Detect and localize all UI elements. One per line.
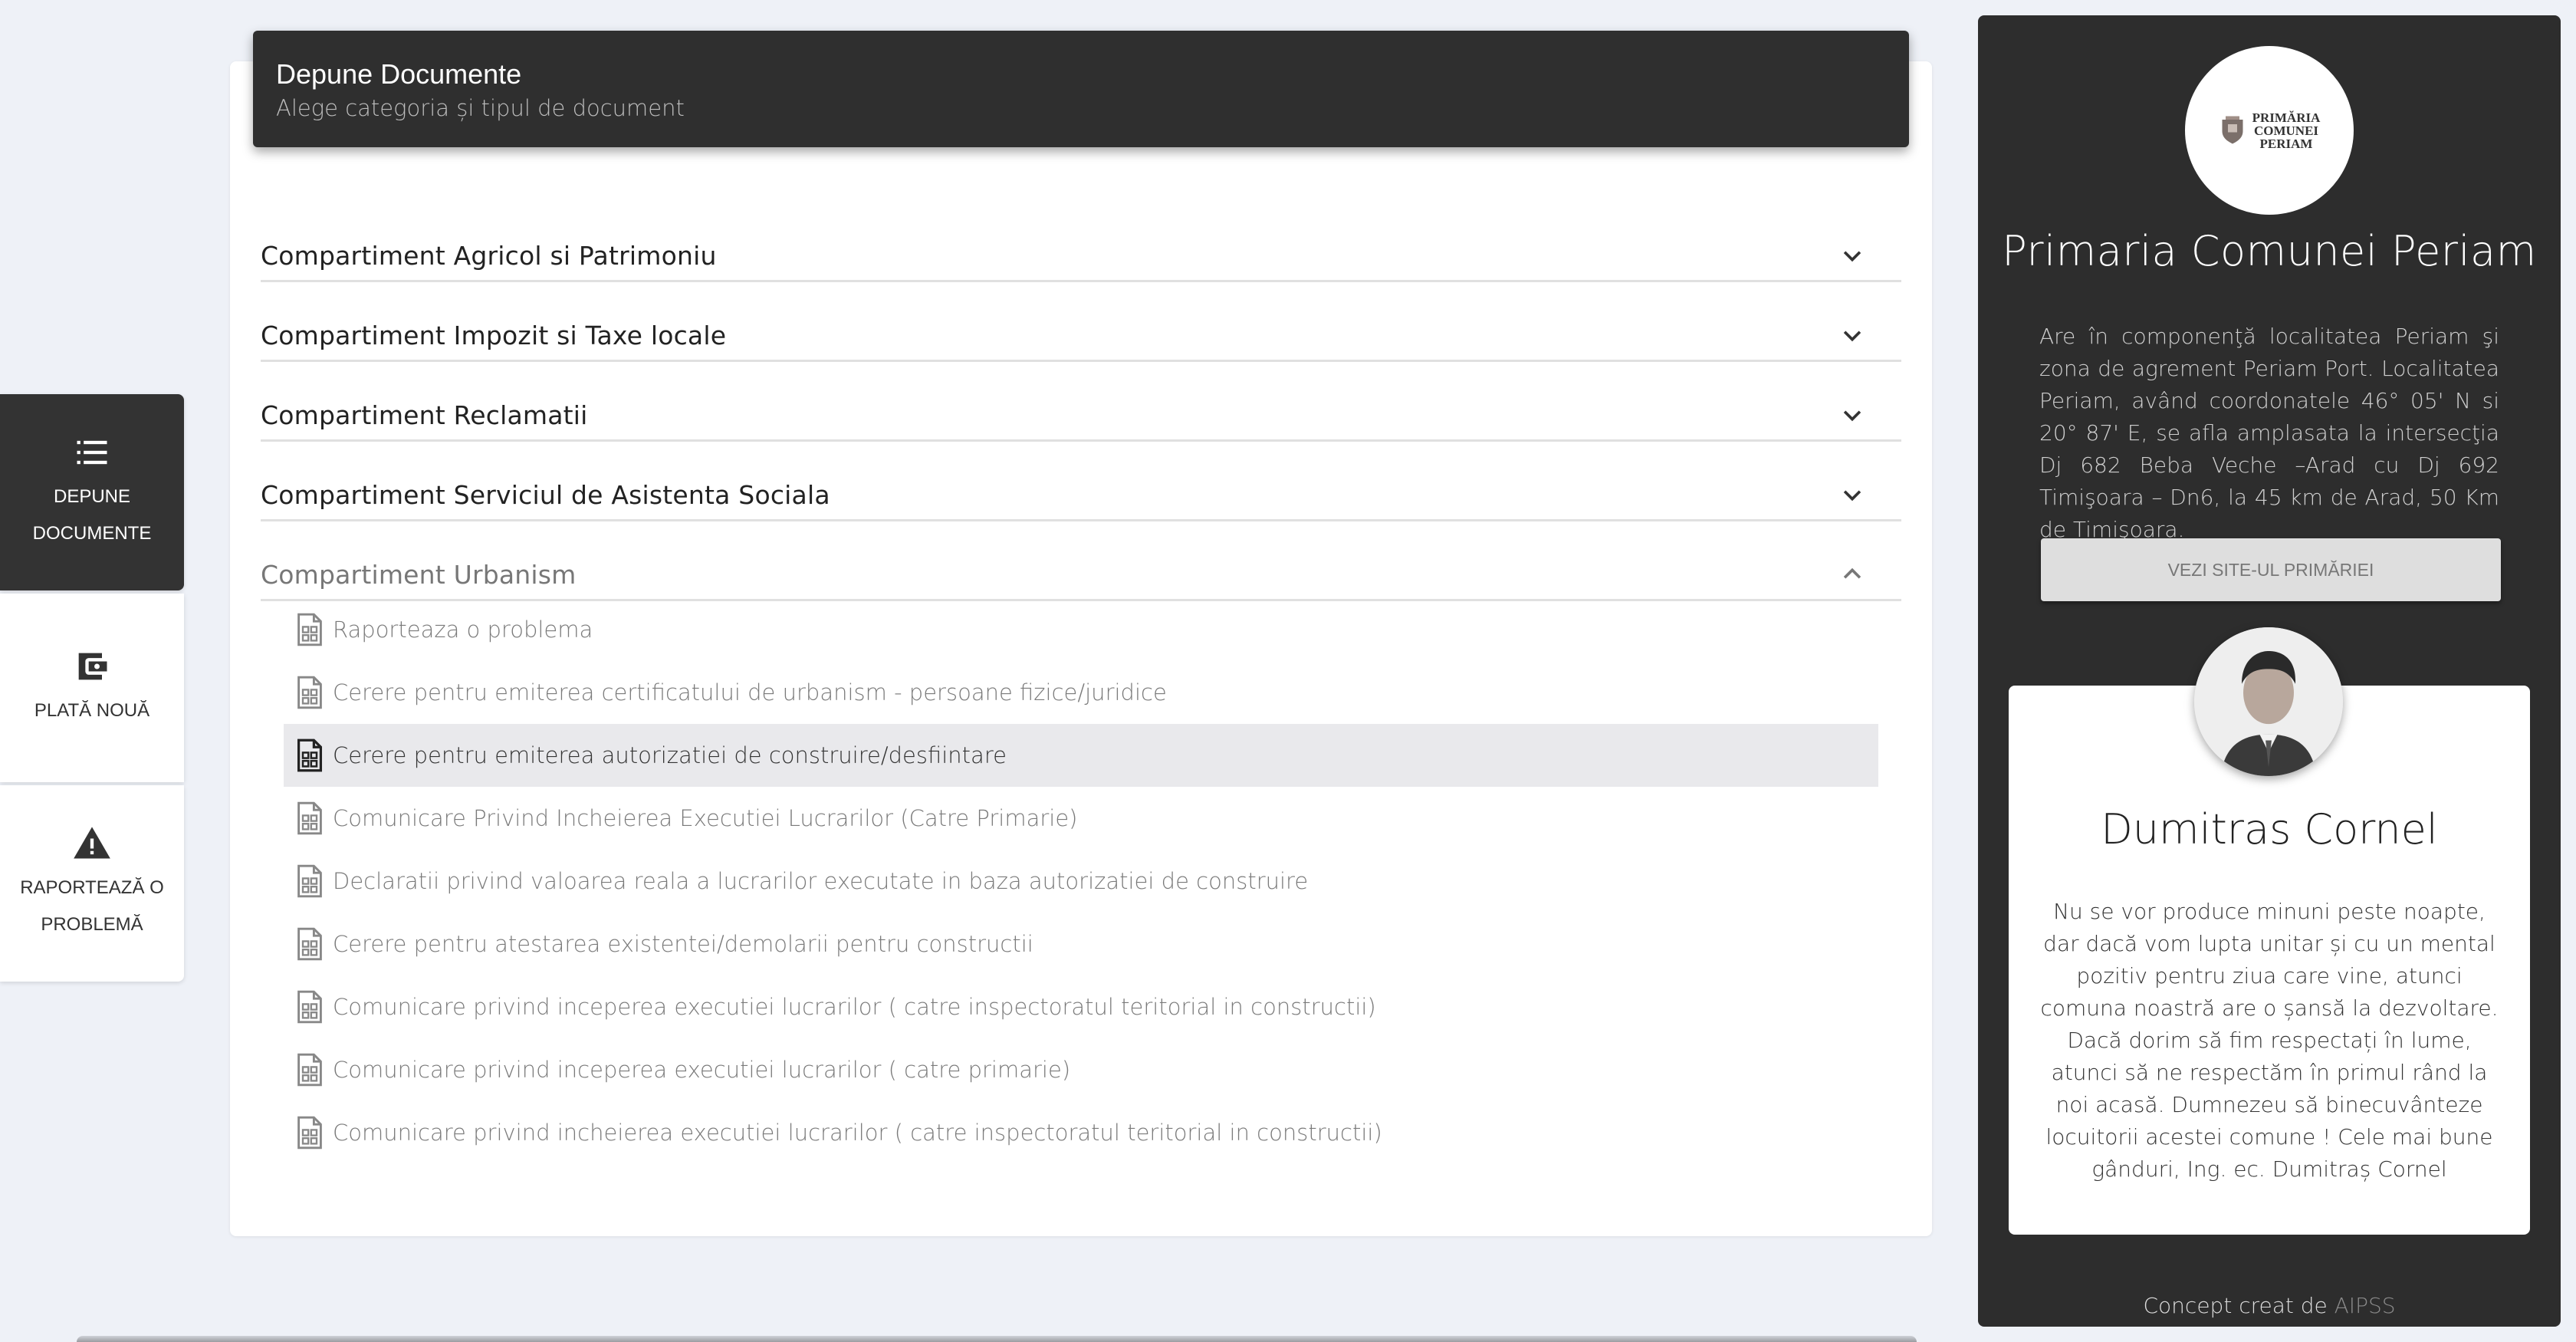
document-icon bbox=[296, 613, 324, 646]
nav-item-raporteaza-problema[interactable]: RAPORTEAZĂ O PROBLEMĂ bbox=[0, 785, 184, 982]
page-title: Depune Documente bbox=[276, 58, 522, 90]
document-label: Cerere pentru emiterea certificatului de… bbox=[333, 679, 1167, 706]
list-icon bbox=[72, 433, 112, 472]
nav-item-label: RAPORTEAZĂ O PROBLEMĂ bbox=[20, 877, 164, 935]
document-icon bbox=[296, 864, 324, 898]
visit-site-button[interactable]: VEZI SITE-UL PRIMĂRIEI bbox=[2041, 538, 2501, 601]
chevron-down-icon bbox=[1835, 318, 1869, 352]
logo-text: PRIMĂRIA COMUNEI PERIAM bbox=[2252, 110, 2321, 151]
document-label: Cerere pentru emiterea autorizatiei de c… bbox=[333, 742, 1007, 768]
primaria-description: Are în componenţă localitatea Periam şi … bbox=[2039, 324, 2499, 542]
chevron-down-icon bbox=[1835, 478, 1869, 511]
category-urbanism[interactable]: Compartiment Urbanism bbox=[261, 521, 1901, 601]
document-icon bbox=[296, 927, 324, 961]
document-item[interactable]: Comunicare Privind Incheierea Executiei … bbox=[284, 787, 1878, 850]
document-icon bbox=[296, 990, 324, 1024]
category-label: Compartiment Impozit si Taxe locale bbox=[261, 321, 727, 350]
page-subtitle: Alege categoria și tipul de document bbox=[276, 95, 685, 121]
document-label: Comunicare Privind Incheierea Executiei … bbox=[333, 805, 1078, 831]
nav-item-label: PLATĂ NOUĂ bbox=[34, 700, 150, 721]
category-impozit[interactable]: Compartiment Impozit si Taxe locale bbox=[261, 282, 1901, 362]
category-agricol[interactable]: Compartiment Agricol si Patrimoniu bbox=[261, 202, 1901, 282]
side-nav: DEPUNE DOCUMENTE PLATĂ NOUĂ RAPORTEAZĂ O… bbox=[0, 394, 184, 982]
document-icon bbox=[296, 1116, 324, 1150]
document-item[interactable]: Cerere pentru emiterea certificatului de… bbox=[284, 661, 1878, 724]
document-label: Comunicare privind incheierea executiei … bbox=[333, 1120, 1382, 1146]
category-label: Compartiment Serviciul de Asistenta Soci… bbox=[261, 480, 830, 510]
avatar bbox=[2194, 627, 2343, 776]
document-label: Cerere pentru atestarea existentei/demol… bbox=[333, 931, 1033, 957]
nav-item-plata-noua[interactable]: PLATĂ NOUĂ bbox=[0, 594, 184, 782]
nav-item-depune-documente[interactable]: DEPUNE DOCUMENTE bbox=[0, 394, 184, 590]
document-label: Comunicare privind inceperea executiei l… bbox=[333, 994, 1376, 1020]
category-accordion: Compartiment Agricol si Patrimoniu Compa… bbox=[261, 202, 1901, 601]
mayor-quote: Nu se vor produce minuni peste noapte, d… bbox=[2040, 899, 2499, 1182]
chevron-down-icon bbox=[1835, 238, 1869, 272]
document-item[interactable]: Cerere pentru emiterea autorizatiei de c… bbox=[284, 724, 1878, 787]
warning-icon bbox=[72, 824, 112, 863]
category-label: Compartiment Urbanism bbox=[261, 560, 577, 590]
document-item[interactable]: Comunicare privind inceperea executiei l… bbox=[284, 1038, 1878, 1101]
wallet-icon bbox=[72, 646, 112, 686]
document-label: Raporteaza o problema bbox=[333, 617, 593, 643]
card-header: Depune Documente Alege categoria și tipu… bbox=[253, 31, 1909, 147]
category-asistenta-sociala[interactable]: Compartiment Serviciul de Asistenta Soci… bbox=[261, 442, 1901, 521]
document-item[interactable]: Comunicare privind incheierea executiei … bbox=[284, 1101, 1878, 1164]
document-icon bbox=[296, 1053, 324, 1087]
mayor-name: Dumitras Cornel bbox=[2101, 805, 2438, 854]
nav-item-label: DEPUNE DOCUMENTE bbox=[32, 486, 152, 544]
document-list: Raporteaza o problema Cerere pentru emit… bbox=[284, 598, 1878, 1164]
primaria-logo: PRIMĂRIA COMUNEI PERIAM bbox=[2185, 46, 2354, 215]
footer-credit: Concept creat de AIPSS bbox=[1978, 1293, 2561, 1318]
document-item[interactable]: Cerere pentru atestarea existentei/demol… bbox=[284, 913, 1878, 975]
footer-text: Concept creat de bbox=[2143, 1293, 2334, 1318]
document-item[interactable]: Comunicare privind inceperea executiei l… bbox=[284, 975, 1878, 1038]
document-icon bbox=[296, 801, 324, 835]
aipss-link[interactable]: AIPSS bbox=[2334, 1293, 2396, 1318]
document-item[interactable]: Declaratii privind valoarea reala a lucr… bbox=[284, 850, 1878, 913]
category-label: Compartiment Agricol si Patrimoniu bbox=[261, 241, 717, 271]
primaria-name: Primaria Comunei Periam bbox=[2002, 227, 2537, 275]
document-icon bbox=[296, 738, 324, 772]
coat-of-arms-icon bbox=[2219, 113, 2246, 149]
category-reclamatii[interactable]: Compartiment Reclamatii bbox=[261, 362, 1901, 442]
document-item[interactable]: Raporteaza o problema bbox=[284, 598, 1878, 661]
document-icon bbox=[296, 676, 324, 709]
chevron-down-icon bbox=[1835, 398, 1869, 432]
chevron-up-icon bbox=[1835, 558, 1869, 591]
category-label: Compartiment Reclamatii bbox=[261, 400, 588, 430]
page-bottom-shadow bbox=[77, 1336, 1917, 1342]
document-label: Declaratii privind valoarea reala a lucr… bbox=[333, 868, 1309, 894]
document-label: Comunicare privind inceperea executiei l… bbox=[333, 1057, 1071, 1083]
